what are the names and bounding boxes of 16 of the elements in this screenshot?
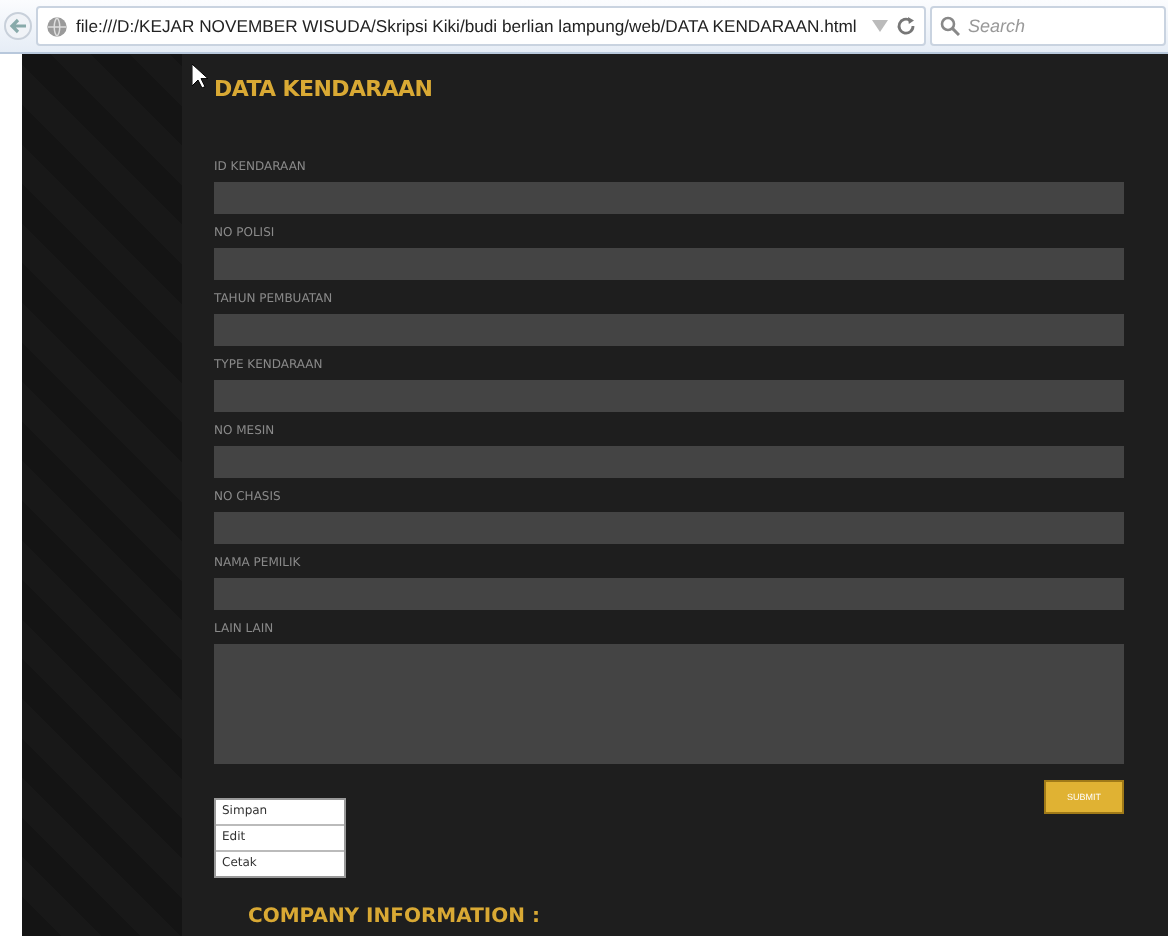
search-field[interactable]: Search — [930, 6, 1166, 46]
page-title: DATA KENDARAAN — [214, 74, 435, 106]
globe-icon — [46, 15, 68, 37]
input-field[interactable] — [214, 446, 1124, 478]
input-field[interactable] — [214, 512, 1124, 544]
input-field[interactable] — [214, 314, 1124, 346]
input-field[interactable] — [214, 182, 1124, 214]
back-button[interactable] — [4, 12, 32, 40]
reload-icon[interactable] — [896, 16, 916, 36]
cursor-icon — [192, 64, 208, 88]
input-field[interactable] — [214, 380, 1124, 412]
input-field[interactable] — [214, 248, 1124, 280]
dropdown-icon[interactable] — [872, 20, 888, 32]
text-area[interactable] — [214, 644, 1124, 764]
section-heading: COMPANY INFORMATION : — [248, 906, 542, 928]
input-field[interactable] — [214, 578, 1124, 610]
